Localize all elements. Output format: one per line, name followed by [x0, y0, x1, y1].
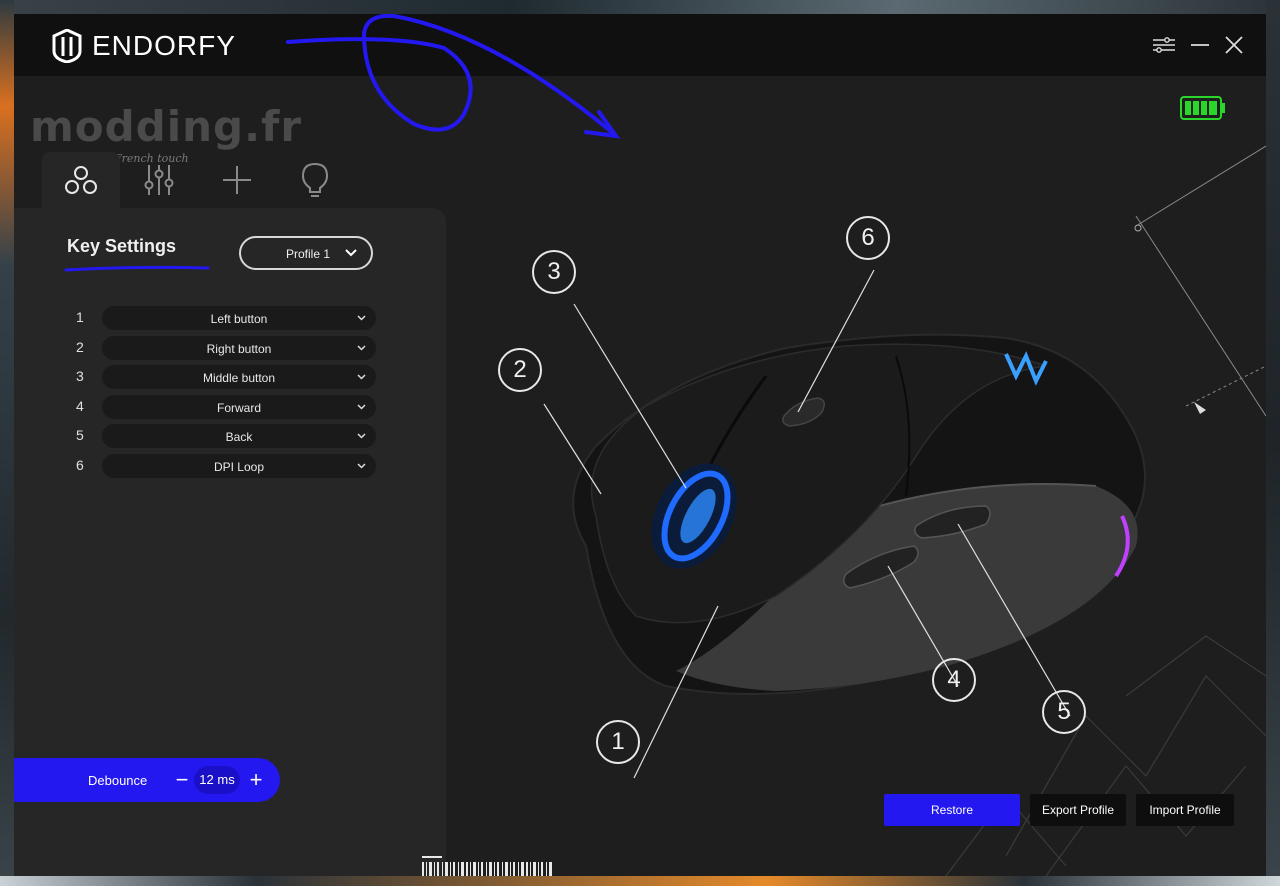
key-number: 2 [76, 339, 84, 355]
callout-6: 6 [846, 216, 890, 260]
tab-performance[interactable] [120, 152, 198, 208]
chevron-down-icon [357, 433, 366, 439]
title-underline [64, 265, 210, 272]
key-action-value: Left button [210, 312, 268, 326]
tab-keys[interactable] [42, 152, 120, 208]
key-action-dropdown[interactable]: Forward [102, 395, 376, 419]
key-settings-panel: Key Settings Profile 1 1 Left button 2 R… [14, 208, 446, 876]
chevron-down-icon [357, 463, 366, 469]
callout-3: 3 [532, 250, 576, 294]
key-action-value: Middle button [202, 371, 276, 385]
brand-logo: ENDORFY [52, 29, 236, 63]
export-profile-button[interactable]: Export Profile [1030, 794, 1126, 826]
key-row: 4 Forward [14, 395, 446, 419]
key-action-dropdown[interactable]: Right button [102, 336, 376, 360]
three-circles-icon [65, 166, 97, 194]
debounce-value[interactable]: 12 ms [194, 766, 240, 794]
chevron-down-icon [357, 315, 366, 321]
close-icon[interactable] [1222, 34, 1246, 56]
key-number: 6 [76, 457, 84, 473]
plus-icon [223, 166, 251, 194]
key-action-value: Right button [206, 342, 272, 356]
watermark: modding.fr [30, 102, 303, 151]
key-number: 3 [76, 368, 84, 384]
chevron-down-icon [357, 404, 366, 410]
key-action-dropdown[interactable]: DPI Loop [102, 454, 376, 478]
key-action-value: Back [225, 430, 253, 444]
debounce-increase-button[interactable]: + [244, 766, 268, 794]
desktop-background-left [0, 0, 14, 886]
debounce-label: Debounce [88, 773, 148, 788]
profile-dropdown[interactable]: Profile 1 [239, 236, 373, 270]
key-action-dropdown[interactable]: Left button [102, 306, 376, 330]
desktop-background [0, 0, 1280, 14]
chevron-down-icon [357, 345, 366, 351]
chevron-down-icon [357, 374, 366, 380]
brand-name: ENDORFY [92, 30, 236, 61]
desktop-background-bottom [0, 876, 1280, 886]
debounce-control: Debounce − 12 ms + [14, 758, 280, 802]
key-number: 4 [76, 398, 84, 414]
profile-dropdown-value: Profile 1 [286, 247, 331, 261]
tab-macro[interactable] [198, 152, 276, 208]
key-row: 6 DPI Loop [14, 454, 446, 478]
endorfy-logo-icon [52, 29, 82, 63]
settings-sliders-icon[interactable] [1152, 34, 1176, 56]
battery-icon [1180, 96, 1225, 120]
debounce-decrease-button[interactable]: − [170, 766, 194, 794]
chevron-down-icon [345, 249, 357, 257]
key-row: 1 Left button [14, 306, 446, 330]
key-action-value: DPI Loop [213, 460, 265, 474]
callout-5: 5 [1042, 690, 1086, 734]
panel-title: Key Settings [67, 236, 177, 256]
desktop-background-right [1266, 0, 1280, 886]
import-profile-button[interactable]: Import Profile [1136, 794, 1234, 826]
callout-2: 2 [498, 348, 542, 392]
key-action-dropdown[interactable]: Middle button [102, 365, 376, 389]
mouse-preview [446, 76, 1266, 876]
mouse-illustration [543, 145, 1266, 876]
barcode-decoration [422, 856, 552, 876]
minimize-icon[interactable] [1188, 34, 1212, 56]
sliders-icon [144, 165, 174, 195]
key-row: 2 Right button [14, 336, 446, 360]
key-row: 5 Back [14, 424, 446, 448]
key-action-dropdown[interactable]: Back [102, 424, 376, 448]
callout-4: 4 [932, 658, 976, 702]
app-window: ENDORFY modding.fr French touch Key Sett… [14, 14, 1266, 876]
key-row: 3 Middle button [14, 365, 446, 389]
key-number: 1 [76, 309, 84, 325]
callout-1: 1 [596, 720, 640, 764]
restore-button[interactable]: Restore [884, 794, 1020, 826]
key-number: 5 [76, 427, 84, 443]
key-action-value: Forward [216, 401, 261, 415]
